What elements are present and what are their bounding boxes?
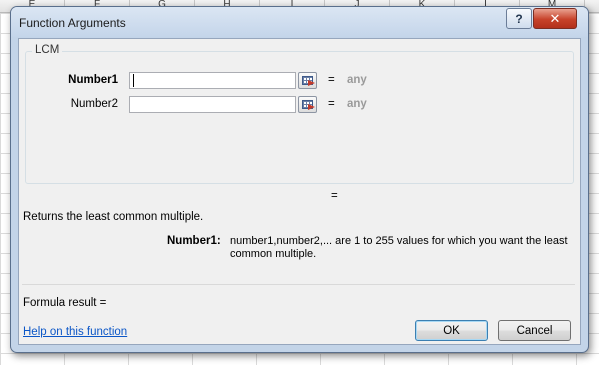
argument-help-text: number1,number2,... are 1 to 255 values … xyxy=(230,235,568,260)
number1-input[interactable] xyxy=(129,72,296,89)
number1-equals: = xyxy=(328,74,335,86)
text-cursor xyxy=(133,74,134,87)
dialog-title: Function Arguments xyxy=(19,16,126,30)
dialog-body: LCM Number1 = any Number2 = any = Return… xyxy=(18,38,581,345)
collapse-dialog-button-number2[interactable] xyxy=(298,96,317,113)
collapse-dialog-button-number1[interactable] xyxy=(298,72,317,89)
ok-button[interactable]: OK xyxy=(415,320,488,341)
number2-equals: = xyxy=(328,98,335,110)
argument-help-label: Number1: xyxy=(167,235,221,247)
formula-result: Formula result = xyxy=(23,297,107,309)
close-button[interactable]: ✕ xyxy=(533,8,577,29)
close-icon: ✕ xyxy=(549,10,561,26)
function-description: Returns the least common multiple. xyxy=(23,211,204,223)
help-button[interactable]: ? xyxy=(506,8,532,29)
cancel-button[interactable]: Cancel xyxy=(498,320,571,341)
argument-label-number2: Number2 xyxy=(70,98,118,110)
number1-result: any xyxy=(347,74,367,86)
argument-label-number1: Number1 xyxy=(68,74,118,86)
function-name: LCM xyxy=(32,44,63,56)
dialog-title-bar[interactable]: Function Arguments ? ✕ xyxy=(11,7,588,37)
number2-input[interactable] xyxy=(129,96,296,113)
help-on-function-link[interactable]: Help on this function xyxy=(23,326,127,338)
question-mark-icon: ? xyxy=(515,11,523,26)
divider xyxy=(22,284,575,285)
function-group-box: LCM Number1 = any Number2 = any xyxy=(25,44,574,184)
function-result-equals: = xyxy=(331,190,338,202)
function-arguments-dialog: Function Arguments ? ✕ LCM Number1 = any… xyxy=(10,6,589,353)
number2-result: any xyxy=(347,98,367,110)
